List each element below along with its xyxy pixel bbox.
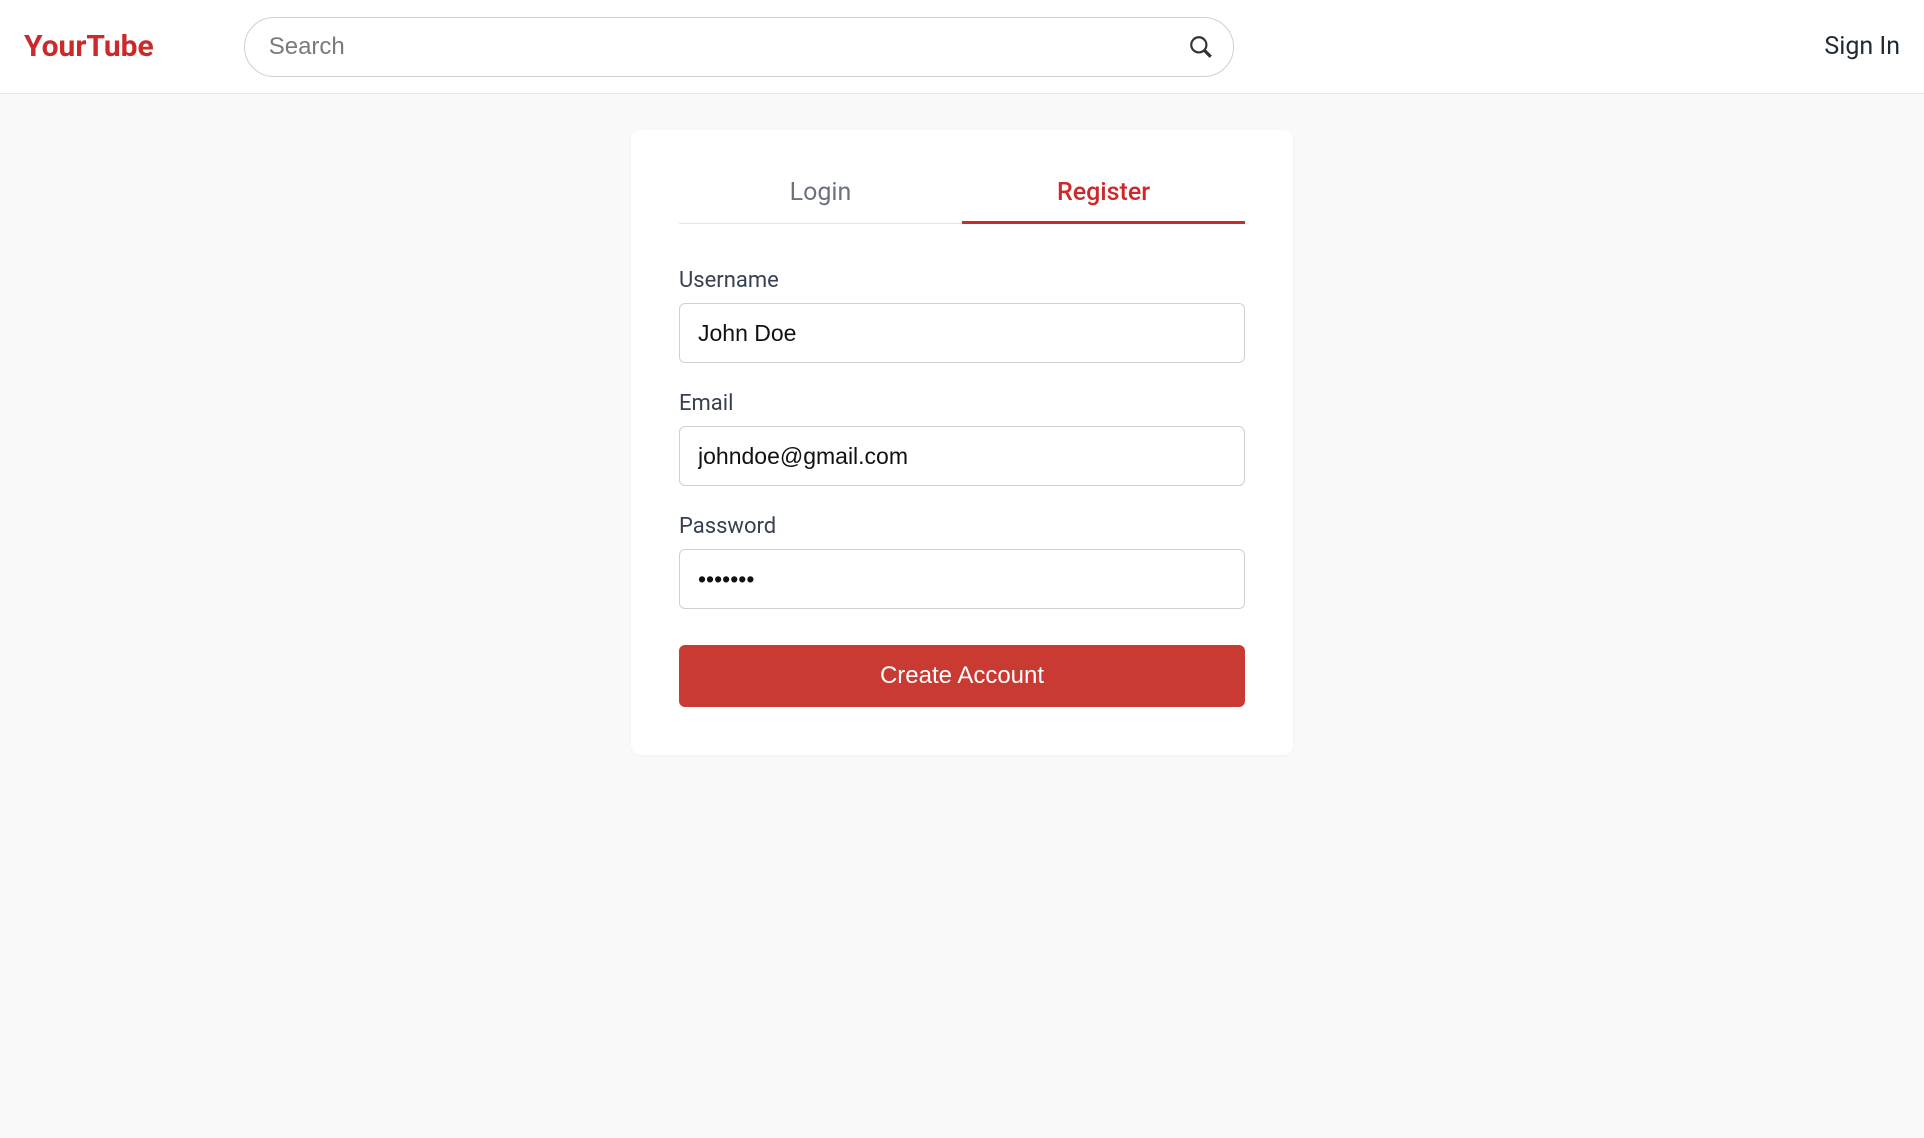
- email-label: Email: [679, 391, 1245, 416]
- auth-card: Login Register Username Email Password C…: [631, 130, 1293, 755]
- search-input[interactable]: [244, 17, 1234, 77]
- password-field-group: Password: [679, 514, 1245, 609]
- main-area: Login Register Username Email Password C…: [0, 94, 1924, 755]
- password-label: Password: [679, 514, 1245, 539]
- auth-tabs: Login Register: [679, 178, 1245, 224]
- password-input[interactable]: [679, 549, 1245, 609]
- username-input[interactable]: [679, 303, 1245, 363]
- email-input[interactable]: [679, 426, 1245, 486]
- tab-register[interactable]: Register: [962, 178, 1245, 224]
- username-field-group: Username: [679, 268, 1245, 363]
- header: YourTube Sign In: [0, 0, 1924, 94]
- create-account-button[interactable]: Create Account: [679, 645, 1245, 707]
- search-container: [244, 17, 1234, 77]
- email-field-group: Email: [679, 391, 1245, 486]
- tab-login[interactable]: Login: [679, 178, 962, 224]
- search-icon[interactable]: [1188, 34, 1214, 60]
- username-label: Username: [679, 268, 1245, 293]
- logo[interactable]: YourTube: [24, 29, 154, 64]
- sign-in-link[interactable]: Sign In: [1824, 32, 1900, 61]
